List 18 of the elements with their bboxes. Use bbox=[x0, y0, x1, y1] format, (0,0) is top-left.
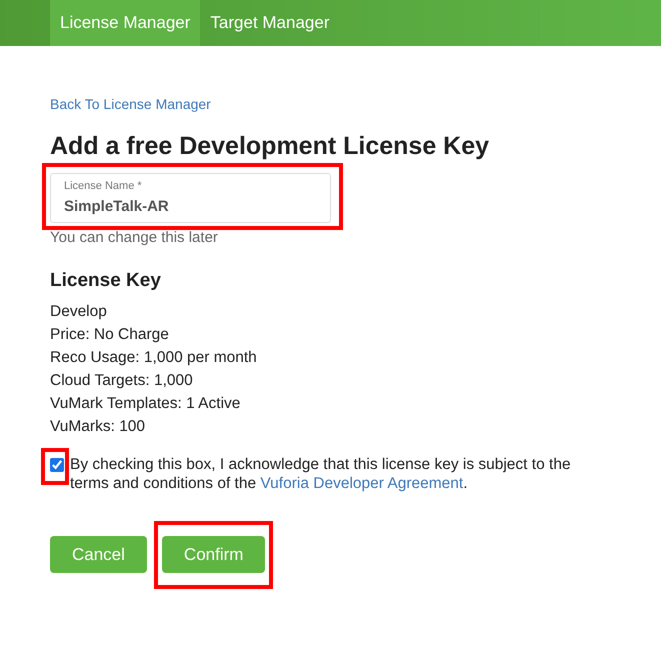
license-detail: Price: No Charge bbox=[50, 325, 170, 345]
license-detail: VuMark Templates: 1 Active bbox=[50, 394, 242, 414]
agreement-checkbox[interactable] bbox=[50, 458, 64, 472]
action-button[interactable]: Confirm bbox=[162, 536, 266, 573]
action-button[interactable]: Cancel bbox=[50, 536, 147, 573]
license-detail: VuMarks: 100 bbox=[50, 417, 146, 437]
license-detail: Cloud Targets: 1,000 bbox=[50, 371, 194, 391]
license-name-field[interactable]: License Name * SimpleTalk-AR bbox=[50, 173, 331, 223]
nav-tab[interactable]: Target Manager bbox=[200, 0, 340, 46]
field-hint: You can change this later bbox=[50, 229, 219, 246]
nav-tab[interactable]: License Manager bbox=[50, 0, 200, 46]
license-detail: Develop bbox=[50, 302, 108, 322]
agreement-link[interactable]: Vuforia Developer Agreement bbox=[260, 475, 464, 492]
back-link[interactable]: Back To License Manager bbox=[50, 96, 211, 112]
section-heading: License Key bbox=[50, 270, 162, 292]
license-detail: Reco Usage: 1,000 per month bbox=[50, 348, 258, 368]
agreement-text: By checking this box, I acknowledge that this license key is subject to the terms and conditions of the Vuforia Developer Agreement. bbox=[70, 455, 572, 493]
page-title: Add a free Development License Key bbox=[50, 132, 490, 161]
